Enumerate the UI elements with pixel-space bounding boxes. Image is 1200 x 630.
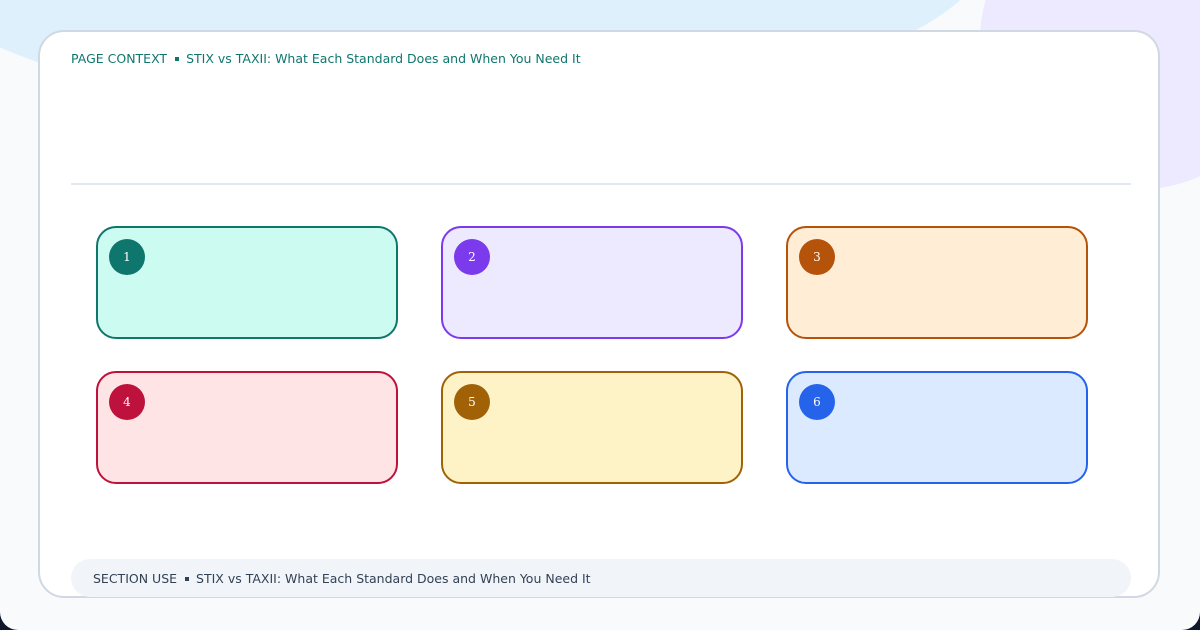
page-context: PAGE CONTEXT STIX vs TAXII: What Each Sta… <box>71 51 581 66</box>
main-panel: PAGE CONTEXT STIX vs TAXII: What Each Sta… <box>38 30 1160 598</box>
step-badge-3: 3 <box>799 239 835 275</box>
bullet-separator <box>175 56 180 61</box>
step-card-1: 1 <box>96 226 398 339</box>
step-card-5: 5 <box>441 371 743 484</box>
step-badge-5: 5 <box>454 384 490 420</box>
bullet-separator <box>185 576 190 581</box>
step-badge-1: 1 <box>109 239 145 275</box>
step-badge-4: 4 <box>109 384 145 420</box>
section-use-title: STIX vs TAXII: What Each Standard Does a… <box>196 571 591 586</box>
step-card-3: 3 <box>786 226 1088 339</box>
divider <box>71 183 1131 185</box>
step-badge-6: 6 <box>799 384 835 420</box>
section-use-bar: SECTION USE STIX vs TAXII: What Each Stan… <box>71 559 1131 597</box>
step-card-6: 6 <box>786 371 1088 484</box>
page-context-title: STIX vs TAXII: What Each Standard Does a… <box>186 51 581 66</box>
canvas: PAGE CONTEXT STIX vs TAXII: What Each Sta… <box>0 0 1200 630</box>
section-use-label: SECTION USE <box>93 571 178 586</box>
step-badge-2: 2 <box>454 239 490 275</box>
step-card-2: 2 <box>441 226 743 339</box>
step-card-4: 4 <box>96 371 398 484</box>
page-context-label: PAGE CONTEXT <box>71 51 168 66</box>
